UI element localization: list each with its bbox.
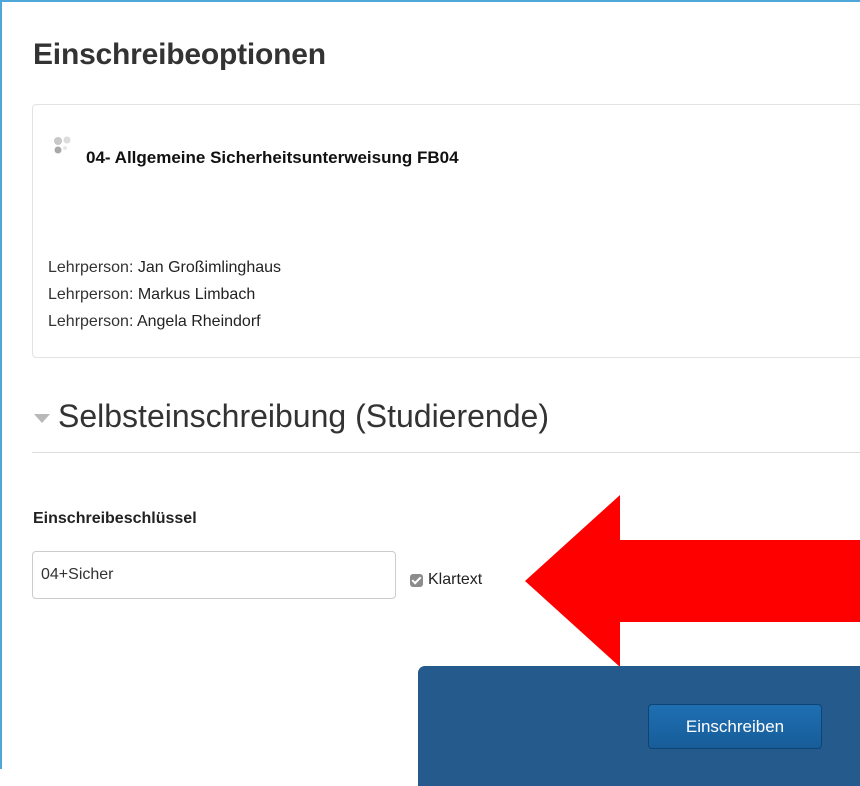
course-icon	[54, 136, 71, 154]
teacher-role: Lehrperson:	[48, 259, 138, 276]
unmask-toggle[interactable]: Klartext	[410, 571, 482, 589]
section-heading-label: Selbsteinschreibung (Studierende)	[58, 398, 549, 434]
enrolment-key-label: Einschreibeschlüssel	[33, 510, 197, 527]
page-title: Einschreibeoptionen	[33, 38, 326, 71]
enrol-button[interactable]: Einschreiben	[648, 704, 822, 749]
unmask-label: Klartext	[428, 571, 483, 588]
teacher-name[interactable]: Jan Großimlinghaus	[138, 259, 281, 276]
teacher-row: Lehrperson: Jan Großimlinghaus	[48, 254, 281, 281]
annotation-arrow-icon	[525, 495, 860, 667]
enrolment-key-input[interactable]	[32, 551, 396, 599]
section-heading-self-enrolment[interactable]: Selbsteinschreibung (Studierende)	[34, 398, 549, 435]
teacher-name[interactable]: Angela Rheindorf	[137, 313, 261, 330]
teacher-list: Lehrperson: Jan Großimlinghaus Lehrperso…	[48, 254, 281, 335]
teacher-row: Lehrperson: Markus Limbach	[48, 281, 281, 308]
teacher-name[interactable]: Markus Limbach	[138, 286, 255, 303]
teacher-role: Lehrperson:	[48, 313, 137, 330]
collapse-toggle-icon[interactable]	[34, 413, 50, 423]
teacher-row: Lehrperson: Angela Rheindorf	[48, 308, 281, 335]
divider	[32, 452, 860, 453]
unmask-checkbox[interactable]	[410, 573, 423, 587]
teacher-role: Lehrperson:	[48, 286, 138, 303]
course-name[interactable]: 04- Allgemeine Sicherheitsunterweisung F…	[86, 148, 459, 168]
